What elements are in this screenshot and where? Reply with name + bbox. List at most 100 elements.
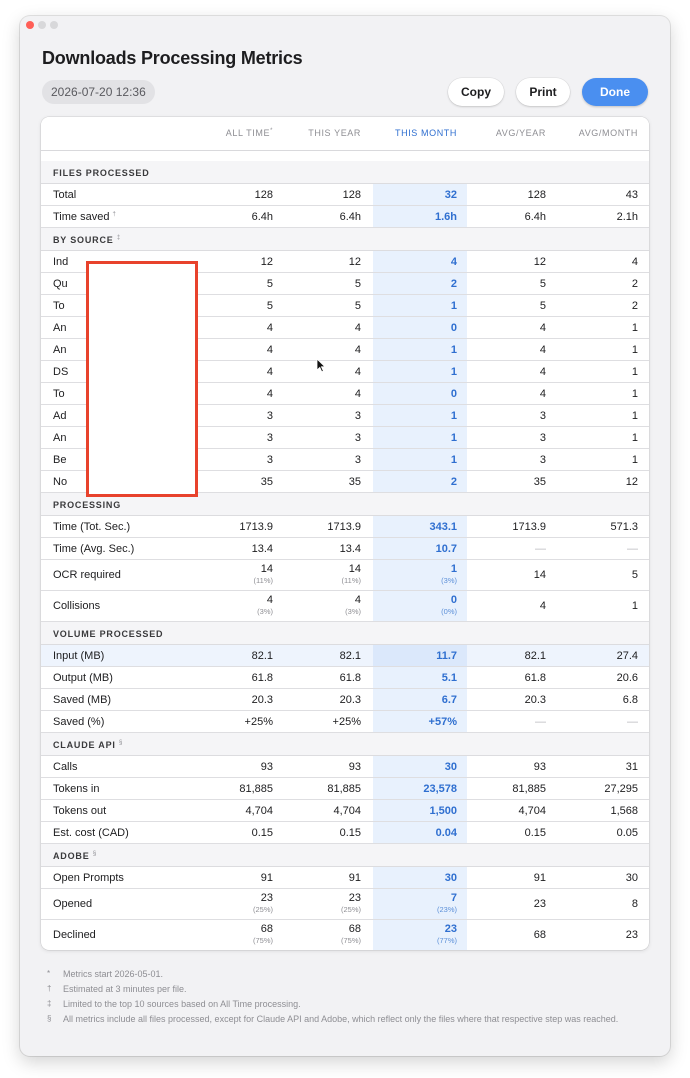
row-label: Tokens in bbox=[53, 783, 100, 795]
row-label: Ad bbox=[53, 410, 67, 422]
column-header-this-month: THIS MONTH bbox=[395, 128, 457, 138]
cell-value: 1713.9 bbox=[512, 521, 546, 533]
cell-value: 1,568 bbox=[610, 805, 638, 817]
cell-value: 3 bbox=[266, 454, 273, 466]
cell-value: 2 bbox=[631, 278, 638, 290]
cell-value: 14 bbox=[533, 569, 546, 581]
cell-value: +57% bbox=[428, 716, 457, 728]
row-label: To bbox=[53, 300, 65, 312]
cell-value: 4 bbox=[631, 256, 638, 268]
cell-value: 4 bbox=[354, 344, 361, 356]
cell-value: 343.1 bbox=[429, 521, 457, 533]
row-label: Saved (MB) bbox=[53, 694, 112, 706]
cell-value: 81,885 bbox=[327, 783, 361, 795]
cell-value: 1 bbox=[631, 344, 638, 356]
row-label: Be bbox=[53, 454, 67, 466]
cell-value: 13.4 bbox=[251, 543, 273, 555]
section-header-source: BY SOURCE ‡ bbox=[41, 228, 649, 251]
cell-value: 5 bbox=[631, 569, 638, 581]
cell-value: 27.4 bbox=[616, 650, 638, 662]
row-label: Output (MB) bbox=[53, 672, 113, 684]
cell-value: 4 bbox=[266, 344, 273, 356]
table-row: Time saved † 6.4h 6.4h 1.6h 6.4h 2.1h bbox=[41, 206, 649, 228]
cell-value: 30 bbox=[444, 761, 457, 773]
cell-value: 3 bbox=[539, 454, 546, 466]
row-label: Ind bbox=[53, 256, 69, 268]
cell-value: 1 bbox=[450, 454, 457, 466]
cell-value: 4 bbox=[266, 322, 273, 334]
cell-value: 23 (77%) bbox=[436, 923, 457, 945]
row-label: Calls bbox=[53, 761, 78, 773]
cell-value: 82.1 bbox=[524, 650, 546, 662]
cell-value: 12 bbox=[533, 256, 546, 268]
cell-value: 4,704 bbox=[245, 805, 273, 817]
row-label: Time (Tot. Sec.) bbox=[53, 521, 131, 533]
copy-button[interactable]: Copy bbox=[448, 78, 504, 106]
cell-value: 4,704 bbox=[333, 805, 361, 817]
cell-value: 5 bbox=[266, 278, 273, 290]
cell-value: 81,885 bbox=[512, 783, 546, 795]
section-title: VOLUME PROCESSED bbox=[53, 629, 164, 639]
cell-percent: (11%) bbox=[341, 576, 361, 585]
cell-value: — bbox=[535, 543, 546, 555]
cell-value: 5 bbox=[354, 300, 361, 312]
table-row: Input (MB) 82.1 82.1 11.7 82.1 27.4 bbox=[41, 645, 649, 667]
cell-value: 0 bbox=[450, 322, 457, 334]
cell-value: 20.3 bbox=[251, 694, 273, 706]
cell-value: 0.04 bbox=[435, 827, 457, 839]
cell-value: 1 bbox=[631, 454, 638, 466]
cell-value: 23 (25%) bbox=[340, 892, 361, 914]
row-label: Tokens out bbox=[53, 805, 107, 817]
cell-value: 61.8 bbox=[524, 672, 546, 684]
cell-value: — bbox=[627, 716, 638, 728]
table-row: Est. cost (CAD) 0.15 0.15 0.04 0.15 0.05 bbox=[41, 822, 649, 844]
cell-value: 3 bbox=[539, 432, 546, 444]
cell-value: 12 bbox=[260, 256, 273, 268]
cell-value: 0.15 bbox=[251, 827, 273, 839]
cell-value: 6.4h bbox=[339, 211, 361, 223]
cell-value: 1 bbox=[631, 410, 638, 422]
cell-value: 35 bbox=[348, 476, 361, 488]
cell-value: 3 bbox=[539, 410, 546, 422]
minimize-window-button[interactable] bbox=[38, 21, 46, 29]
cell-value: 93 bbox=[348, 761, 361, 773]
cell-value: 1 bbox=[631, 366, 638, 378]
cell-value: 5 bbox=[266, 300, 273, 312]
cell-value: 0.15 bbox=[339, 827, 361, 839]
done-button[interactable]: Done bbox=[582, 78, 648, 106]
table-header: ALL TIME* THIS YEAR THIS MONTH AVG/YEAR … bbox=[41, 117, 649, 151]
column-header-avg-year: AVG/YEAR bbox=[495, 128, 546, 138]
cell-value: 1 (3%) bbox=[441, 563, 457, 585]
cell-value: 1 bbox=[450, 344, 457, 356]
cell-value: 6.8 bbox=[622, 694, 638, 706]
mouse-pointer-icon bbox=[316, 358, 326, 373]
cell-value: 43 bbox=[625, 189, 638, 201]
footnote: † Estimated at 3 minutes per file. bbox=[47, 984, 187, 994]
close-window-button[interactable] bbox=[26, 21, 34, 29]
section-header-files: FILES PROCESSED bbox=[41, 161, 649, 184]
print-button[interactable]: Print bbox=[516, 78, 570, 106]
table-row: Saved (MB) 20.3 20.3 6.7 20.3 6.8 bbox=[41, 689, 649, 711]
cell-value: 11.7 bbox=[436, 650, 457, 662]
cell-value: 5 bbox=[539, 300, 546, 312]
timestamp-badge: 2026-07-20 12:36 bbox=[42, 80, 155, 104]
table-row: Time (Tot. Sec.) 1713.9 1713.9 343.1 1713.9 5… bbox=[41, 516, 649, 538]
cell-value: 1 bbox=[631, 388, 638, 400]
cell-value: 6.4h bbox=[524, 211, 546, 223]
cell-percent: (23%) bbox=[436, 905, 457, 914]
row-label: An bbox=[53, 432, 67, 444]
section-header-claude: CLAUDE API § bbox=[41, 733, 649, 756]
cell-value: 61.8 bbox=[339, 672, 361, 684]
cell-value: 4 bbox=[539, 388, 546, 400]
window-controls bbox=[26, 21, 58, 29]
zoom-window-button[interactable] bbox=[50, 21, 58, 29]
cell-value: 82.1 bbox=[339, 650, 361, 662]
cell-percent: (11%) bbox=[253, 576, 273, 585]
cell-value: — bbox=[535, 716, 546, 728]
cell-value: +25% bbox=[244, 716, 273, 728]
table-row: Tokens in 81,885 81,885 23,578 81,885 27,295 bbox=[41, 778, 649, 800]
cell-value: 1 bbox=[631, 322, 638, 334]
cell-value: 1 bbox=[450, 410, 457, 422]
cell-value: 1,500 bbox=[429, 805, 457, 817]
row-label: DS bbox=[53, 366, 69, 378]
